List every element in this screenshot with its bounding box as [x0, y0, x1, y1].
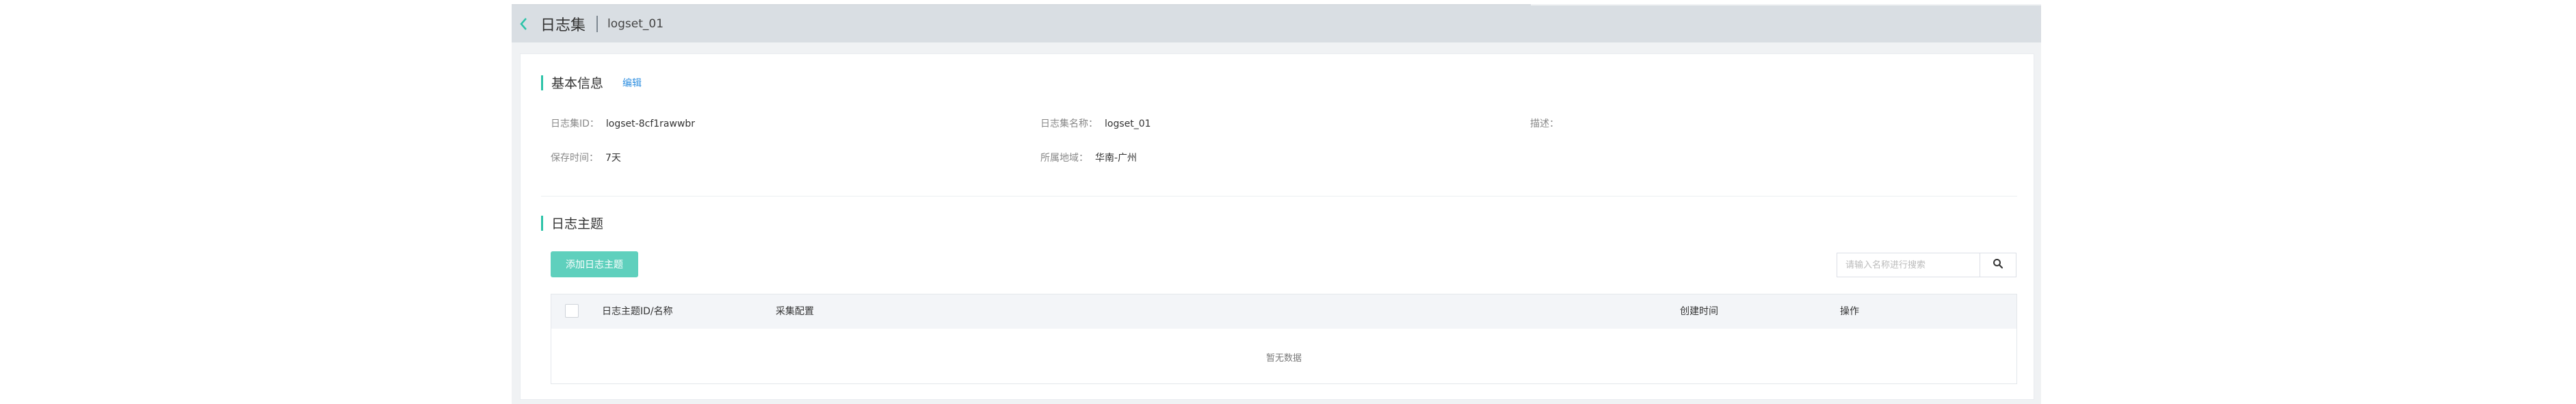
field-label: 描述：: [1530, 118, 1559, 129]
field-value: 华南-广州: [1095, 153, 1138, 164]
field-logset-id: 日志集ID： logset-8cf1rawwbr: [551, 116, 695, 130]
edit-link[interactable]: 编辑: [622, 76, 642, 90]
field-description: 描述：: [1530, 116, 1566, 130]
field-value: 7天: [605, 153, 621, 164]
topics-table: 日志主题ID/名称 采集配置 创建时间 操作 暂无数据: [551, 294, 2017, 384]
section-accent-bar: [541, 215, 543, 231]
add-topic-button[interactable]: 添加日志主题: [551, 251, 638, 277]
field-region: 所属地域： 华南-广州: [1040, 151, 1137, 164]
page-header: 日志集 logset_01: [512, 5, 2041, 42]
field-label: 保存时间：: [551, 153, 599, 164]
field-value: logset_01: [1105, 118, 1151, 129]
field-value: logset-8cf1rawwbr: [605, 118, 696, 129]
page-container: 日志集 logset_01 基本信息 编辑 日志集ID： logset-8cf1r…: [512, 4, 2041, 404]
field-logset-name: 日志集名称： logset_01: [1040, 116, 1151, 130]
basic-info-title: 基本信息: [551, 76, 604, 91]
empty-state: 暂无数据: [1265, 353, 1302, 364]
column-header-actions: 操作: [1840, 306, 1859, 317]
page-title: 日志集: [540, 17, 586, 34]
column-header-collection: 采集配置: [776, 306, 814, 317]
column-header-topic: 日志主题ID/名称: [602, 306, 673, 317]
header-divider: [596, 16, 599, 32]
section-divider: [541, 196, 2017, 197]
column-header-created: 创建时间: [1680, 306, 1718, 317]
basic-info-heading: 基本信息 编辑: [541, 73, 642, 92]
field-label: 所属地域：: [1040, 153, 1088, 164]
field-label: 日志集名称：: [1040, 118, 1098, 129]
content-card: 基本信息 编辑 日志集ID： logset-8cf1rawwbr 日志集名称： lo…: [520, 53, 2034, 400]
field-retention: 保存时间： 7天: [551, 151, 621, 164]
select-all-checkbox[interactable]: [565, 304, 579, 318]
chevron-left-icon[interactable]: [516, 16, 531, 31]
table-header: 日志主题ID/名称 采集配置 创建时间 操作: [551, 294, 2016, 329]
section-accent-bar: [541, 75, 543, 90]
search-icon: [1993, 258, 2003, 272]
search-input[interactable]: [1837, 253, 1980, 277]
field-label: 日志集ID：: [551, 118, 599, 129]
topics-heading: 日志主题: [541, 214, 603, 232]
topics-title: 日志主题: [551, 216, 604, 231]
logset-name: logset_01: [607, 17, 664, 31]
search-button[interactable]: [1980, 253, 2016, 277]
